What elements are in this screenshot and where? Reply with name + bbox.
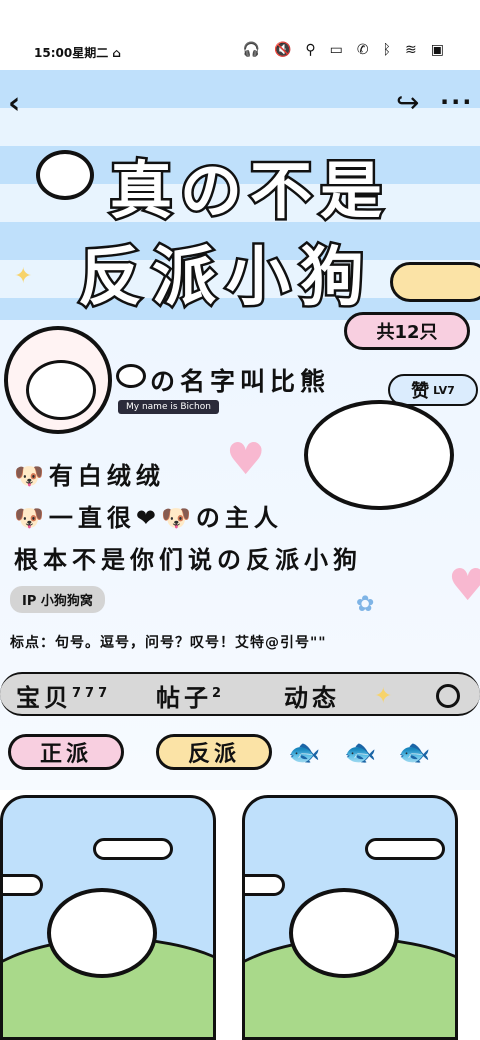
count-badge: 共12只: [344, 312, 470, 350]
cloud-icon: [3, 874, 43, 896]
post-card[interactable]: [242, 795, 458, 1040]
sparkle-icon: ✦: [14, 264, 33, 289]
wifi-icon: ≋: [405, 42, 417, 58]
home-icon: ⌂: [112, 46, 121, 60]
phone-icon: ✆: [356, 42, 369, 58]
back-icon[interactable]: ‹: [8, 86, 20, 121]
cloud-icon: [365, 838, 445, 860]
bio-line: 根本不是你们说の反派小狗: [14, 546, 362, 574]
status-bar: 15:00星期二 ⌂ 🎧 🔇 ⚲ ▭ ✆ ᛒ ≋ ▣: [0, 0, 480, 70]
bio-line: 🐶一直很❤🐶の主人: [14, 504, 283, 532]
sparkle-icon: ✦: [374, 684, 393, 709]
share-icon[interactable]: ↪: [396, 86, 419, 119]
tab-moments[interactable]: 动态: [284, 678, 340, 713]
like-badge[interactable]: 赞 LV7: [388, 374, 478, 406]
cloud-icon: [245, 874, 285, 896]
punctuation-text: 标点：句号。逗号，问号？叹号！艾特@引号"": [10, 635, 327, 651]
signal-icon: ▣: [430, 42, 444, 58]
heart-icon: ♥: [226, 434, 266, 485]
fish-icon[interactable]: 🐟: [398, 738, 430, 768]
profile-name: の名字叫比熊: [150, 367, 331, 396]
bio-line: 🐶有白绒绒: [14, 462, 165, 490]
puppy-illustration: [47, 888, 157, 978]
tab-posts[interactable]: 帖子2: [156, 678, 225, 713]
page-title-line2: 反派小狗: [76, 239, 374, 318]
decor-pill: [390, 262, 480, 302]
puppy-illustration: [289, 888, 399, 978]
cloud-icon: [93, 838, 173, 860]
battery-icon: ▭: [329, 42, 343, 58]
location-icon: ⚲: [305, 42, 316, 58]
bluetooth-icon: ᛒ: [382, 42, 392, 58]
puppy-illustration: [304, 400, 454, 510]
profile-name-en: My name is Bichon: [118, 400, 219, 414]
chip-good[interactable]: 正派: [8, 734, 124, 770]
fish-icon[interactable]: 🐟: [344, 738, 376, 768]
page-title-line1: 真の不是: [107, 152, 391, 230]
flower-icon: ✿: [356, 592, 375, 617]
search-icon[interactable]: [436, 684, 460, 708]
status-icons: 🎧 🔇 ⚲ ▭ ✆ ᛒ ≋ ▣: [243, 42, 444, 58]
heart-icon: ♥: [448, 560, 480, 611]
headphones-icon: 🎧: [242, 42, 260, 58]
status-time: 15:00星期二 ⌂: [34, 46, 121, 60]
fish-icon[interactable]: 🐟: [288, 738, 320, 768]
post-card[interactable]: [0, 795, 216, 1040]
mute-icon: 🔇: [273, 42, 292, 58]
avatar[interactable]: [4, 326, 112, 434]
ip-location: IP 小狗狗窝: [10, 586, 105, 613]
dog-face-icon: [116, 364, 146, 388]
chip-villain[interactable]: 反派: [156, 734, 272, 770]
tab-babies[interactable]: 宝贝777: [16, 678, 111, 713]
more-icon[interactable]: ···: [440, 88, 473, 116]
dog-face-icon: [36, 150, 94, 200]
